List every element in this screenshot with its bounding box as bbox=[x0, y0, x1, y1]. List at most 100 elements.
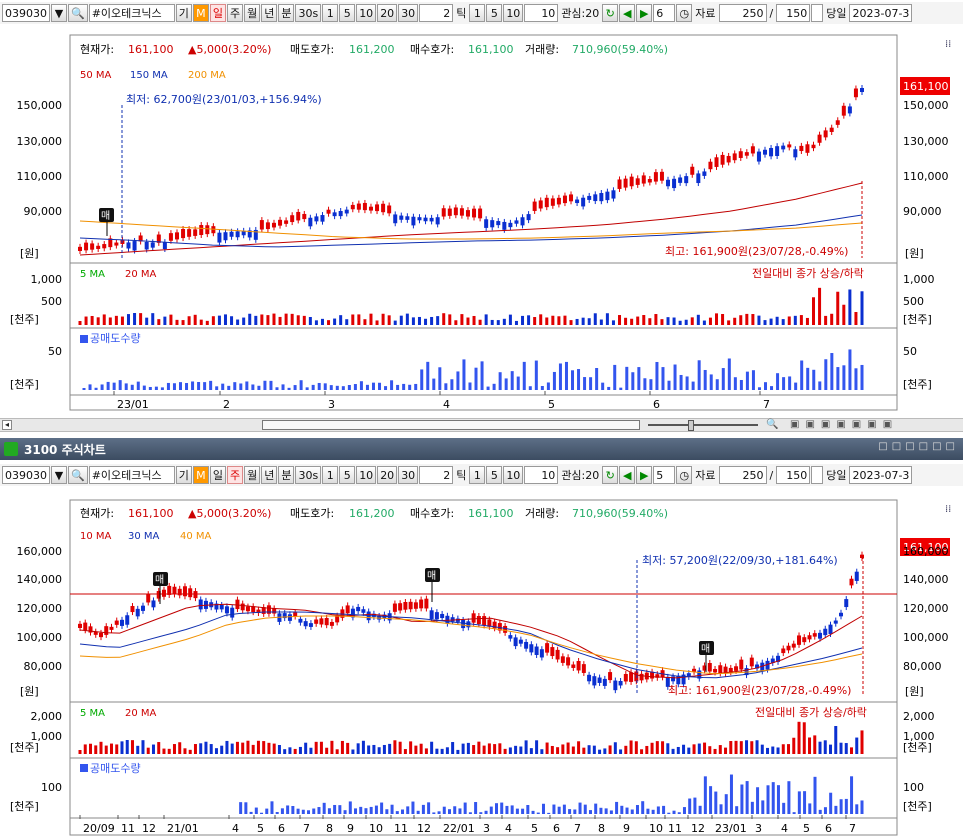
clock-icon-2[interactable]: ◷ bbox=[676, 466, 693, 484]
gi-button-2[interactable]: 기 bbox=[175, 466, 192, 484]
refresh-icon[interactable]: ↻ bbox=[602, 4, 619, 22]
next-arrow-icon[interactable]: ▶ bbox=[636, 4, 653, 22]
short-bar bbox=[727, 358, 731, 390]
short-bar bbox=[498, 372, 502, 390]
chart-tools-icons[interactable]: ▣▣▣▣▣▣▣ bbox=[790, 419, 898, 430]
data-count-select[interactable]: 250 bbox=[718, 4, 767, 22]
count-input[interactable]: 6 bbox=[653, 4, 676, 22]
minute-1-button[interactable]: 1 bbox=[322, 4, 339, 22]
zoom-slider-handle[interactable] bbox=[688, 420, 694, 431]
short-bar bbox=[540, 385, 544, 390]
period-minute-button[interactable]: 분 bbox=[278, 4, 295, 22]
volume-bar bbox=[514, 745, 518, 754]
volume-bar bbox=[393, 320, 397, 325]
count-input-2[interactable]: 5 bbox=[653, 466, 676, 484]
candle bbox=[198, 599, 203, 610]
minute-5-button-2[interactable]: 5 bbox=[339, 466, 356, 484]
y-tick-label: 140,000 bbox=[903, 573, 949, 586]
clock-icon[interactable]: ◷ bbox=[676, 4, 693, 22]
today-checkbox[interactable] bbox=[811, 4, 824, 22]
minute-30-button[interactable]: 30 bbox=[398, 4, 419, 22]
tick-input-2[interactable]: 2 bbox=[419, 466, 454, 484]
data-count-select-2[interactable]: 250 bbox=[718, 466, 767, 484]
volume-bar bbox=[581, 317, 585, 325]
period-month-button[interactable]: 월 bbox=[244, 4, 261, 22]
candle bbox=[805, 144, 810, 153]
scroll-left-icon[interactable]: ◂ bbox=[2, 420, 12, 430]
interest-field[interactable]: 관심:20 bbox=[559, 5, 601, 21]
volume-bar bbox=[855, 737, 859, 754]
minute-20-button-2[interactable]: 20 bbox=[377, 466, 398, 484]
window-controls-icon[interactable]: □□□□□□ bbox=[878, 441, 959, 452]
volume-bar bbox=[678, 320, 682, 325]
stock-code-input-2[interactable]: 039030 bbox=[2, 466, 50, 484]
gi-button[interactable]: 기 bbox=[175, 4, 192, 22]
period-year-button-2[interactable]: 년 bbox=[261, 466, 278, 484]
period-day-button[interactable]: 일 bbox=[209, 4, 226, 22]
prev-arrow-icon-2[interactable]: ◀ bbox=[619, 466, 636, 484]
zoom-icon[interactable]: 🔍 bbox=[766, 419, 778, 430]
code-dropdown-icon[interactable]: ▼ bbox=[51, 4, 67, 22]
m-button-2[interactable]: M bbox=[192, 466, 209, 484]
volume-bar bbox=[151, 744, 155, 754]
chart-1-scrollbar[interactable]: ◂ 🔍 ▣▣▣▣▣▣▣ bbox=[0, 418, 963, 432]
date-field[interactable]: 2023-07-3 bbox=[849, 4, 913, 22]
today-checkbox-2[interactable] bbox=[811, 466, 824, 484]
short-bar bbox=[118, 380, 122, 390]
period-minute-button-2[interactable]: 분 bbox=[278, 466, 295, 484]
tick-5-button[interactable]: 5 bbox=[486, 4, 503, 22]
tick-10-button-2[interactable]: 10 bbox=[503, 466, 524, 484]
refresh-icon-2[interactable]: ↻ bbox=[602, 466, 619, 484]
date-field-2[interactable]: 2023-07-3 bbox=[849, 466, 913, 484]
minute-10-button[interactable]: 10 bbox=[356, 4, 377, 22]
search-icon[interactable]: 🔍 bbox=[68, 4, 88, 22]
minute-10-button-2[interactable]: 10 bbox=[356, 466, 377, 484]
zoom-slider-track[interactable] bbox=[648, 424, 758, 426]
chart-1-settings-icon[interactable]: ⁞⁞ bbox=[945, 39, 951, 50]
chart-2-settings-icon[interactable]: ⁞⁞ bbox=[945, 504, 951, 515]
minute-5-button[interactable]: 5 bbox=[339, 4, 356, 22]
volume-bar bbox=[563, 315, 567, 325]
candle bbox=[177, 588, 182, 596]
minute-1-button-2[interactable]: 1 bbox=[322, 466, 339, 484]
period-week-button[interactable]: 주 bbox=[226, 4, 244, 22]
minute-20-button[interactable]: 20 bbox=[377, 4, 398, 22]
x-tick-label: 22/01 bbox=[443, 822, 475, 835]
tick-input[interactable]: 2 bbox=[419, 4, 454, 22]
prev-arrow-icon[interactable]: ◀ bbox=[619, 4, 636, 22]
candle bbox=[629, 672, 634, 682]
minute-30s-button[interactable]: 30s bbox=[295, 4, 322, 22]
short-bar bbox=[667, 812, 671, 814]
tick-1-button-2[interactable]: 1 bbox=[469, 466, 486, 484]
short-legend-swatch bbox=[80, 335, 88, 343]
tick-5-button-2[interactable]: 5 bbox=[486, 466, 503, 484]
period-year-button[interactable]: 년 bbox=[261, 4, 278, 22]
total-input-2[interactable]: 150 bbox=[776, 466, 811, 484]
stock-name-field-2[interactable]: #이오테크닉스 bbox=[88, 466, 175, 484]
tick-custom-input-2[interactable]: 10 bbox=[524, 466, 559, 484]
total-input[interactable]: 150 bbox=[776, 4, 811, 22]
volume-bar bbox=[696, 314, 700, 325]
stock-name-field[interactable]: #이오테크닉스 bbox=[88, 4, 175, 22]
tick-1-button[interactable]: 1 bbox=[469, 4, 486, 22]
tick-10-button[interactable]: 10 bbox=[503, 4, 524, 22]
period-week-button-2[interactable]: 주 bbox=[226, 466, 244, 484]
period-day-button-2[interactable]: 일 bbox=[209, 466, 226, 484]
interest-field-2[interactable]: 관심:20 bbox=[559, 467, 601, 483]
search-icon-2[interactable]: 🔍 bbox=[68, 466, 88, 484]
volume-bar bbox=[302, 315, 306, 325]
minute-30s-button-2[interactable]: 30s bbox=[295, 466, 322, 484]
volume-bar bbox=[460, 314, 464, 325]
short-bar bbox=[474, 367, 478, 390]
scroll-thumb[interactable] bbox=[262, 420, 640, 430]
period-month-button-2[interactable]: 월 bbox=[244, 466, 261, 484]
code-dropdown-icon-2[interactable]: ▼ bbox=[51, 466, 67, 484]
m-button[interactable]: M bbox=[192, 4, 209, 22]
minute-30-button-2[interactable]: 30 bbox=[398, 466, 419, 484]
next-arrow-icon-2[interactable]: ▶ bbox=[636, 466, 653, 484]
candle bbox=[634, 671, 639, 682]
x-tick-label: 3 bbox=[483, 822, 490, 835]
tick-custom-input[interactable]: 10 bbox=[524, 4, 559, 22]
volume-bar bbox=[283, 749, 287, 754]
stock-code-input[interactable]: 039030 bbox=[2, 4, 50, 22]
